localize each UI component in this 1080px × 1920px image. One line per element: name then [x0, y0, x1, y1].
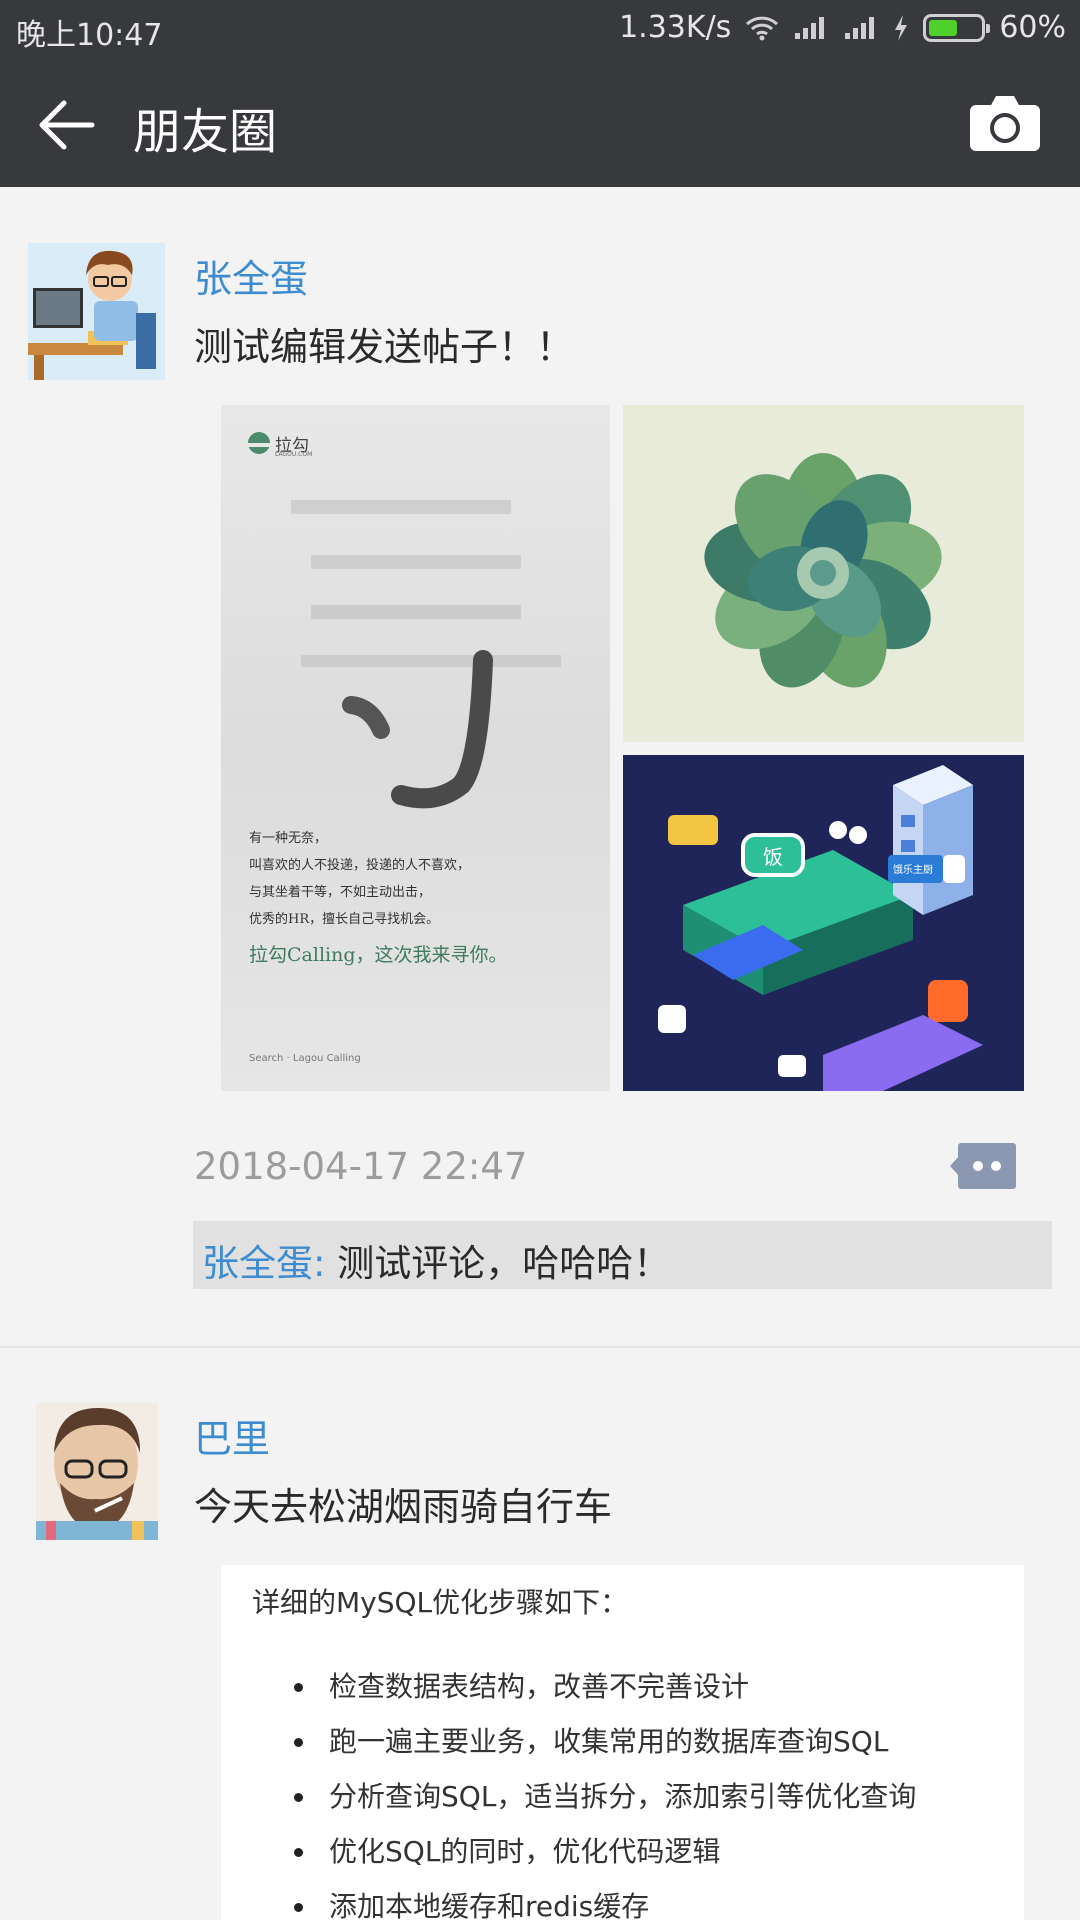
- city-badge: 饭: [763, 845, 783, 869]
- poster-line: 叫喜欢的人不投递，投递的人不喜欢，: [249, 858, 471, 873]
- article-list: 检查数据表结构，改善不完善设计 跑一遍主要业务，收集常用的数据库查询SQL 分析…: [221, 1669, 916, 1920]
- avatar[interactable]: [36, 1403, 158, 1540]
- comment-text: 测试评论，哈哈哈！: [325, 1242, 671, 1285]
- post-author[interactable]: 巴里: [194, 1408, 270, 1463]
- list-item: 跑一遍主要业务，收集常用的数据库查询SQL: [221, 1724, 916, 1779]
- list-item: 分析查询SQL，适当拆分，添加索引等优化查询: [221, 1779, 916, 1834]
- post-image[interactable]: [623, 405, 1024, 742]
- city-badge: 饿乐主厨: [893, 865, 933, 876]
- comment-item[interactable]: 张全蛋: 测试评论，哈哈哈！: [193, 1221, 1052, 1289]
- poster-line: 优秀的HR，擅长自己寻找机会。: [249, 912, 440, 927]
- post-image[interactable]: 饭 饿乐主厨: [623, 755, 1024, 1091]
- image-grid: 拉勾 LAGOU.COM 寻 有一种无奈， 叫喜欢的人不投递，投递的人不喜欢， …: [221, 405, 1024, 1091]
- shared-article[interactable]: 详细的MySQL优化步骤如下： 检查数据表结构，改善不完善设计 跑一遍主要业务，…: [221, 1565, 1024, 1920]
- poster-big-char: 寻: [221, 405, 222, 406]
- avatar[interactable]: [28, 243, 165, 380]
- list-item: 检查数据表结构，改善不完善设计: [221, 1669, 916, 1724]
- article-intro: 详细的MySQL优化步骤如下：: [252, 1586, 629, 1619]
- poster-line: 有一种无奈，: [249, 831, 328, 846]
- poster-brand-sub: LAGOU.COM: [275, 451, 313, 458]
- post-text: 今天去松湖烟雨骑自行车: [194, 1485, 613, 1529]
- list-item: 优化SQL的同时，优化代码逻辑: [221, 1834, 916, 1889]
- post-image[interactable]: 拉勾 LAGOU.COM 寻 有一种无奈， 叫喜欢的人不投递，投递的人不喜欢， …: [221, 405, 610, 1091]
- post-time: 2018-04-17 22:47: [194, 1145, 528, 1188]
- post-author[interactable]: 张全蛋: [194, 248, 308, 303]
- moment-post: 张全蛋 测试编辑发送帖子！！ 拉勾 LAGOU.COM 寻 有一种无奈， 叫喜欢…: [0, 0, 1080, 1346]
- poster-slogan: 拉勾Calling，这次我来寻你。: [249, 944, 508, 966]
- poster-footer: Search · Lagou Calling: [249, 1053, 361, 1064]
- poster-line: 与其坐着干等，不如主动出击，: [249, 885, 432, 900]
- comment-more-icon[interactable]: [950, 1143, 1016, 1189]
- post-text: 测试编辑发送帖子！！: [194, 325, 575, 369]
- list-item: 添加本地缓存和redis缓存: [221, 1889, 916, 1920]
- comment-author[interactable]: 张全蛋:: [202, 1242, 325, 1285]
